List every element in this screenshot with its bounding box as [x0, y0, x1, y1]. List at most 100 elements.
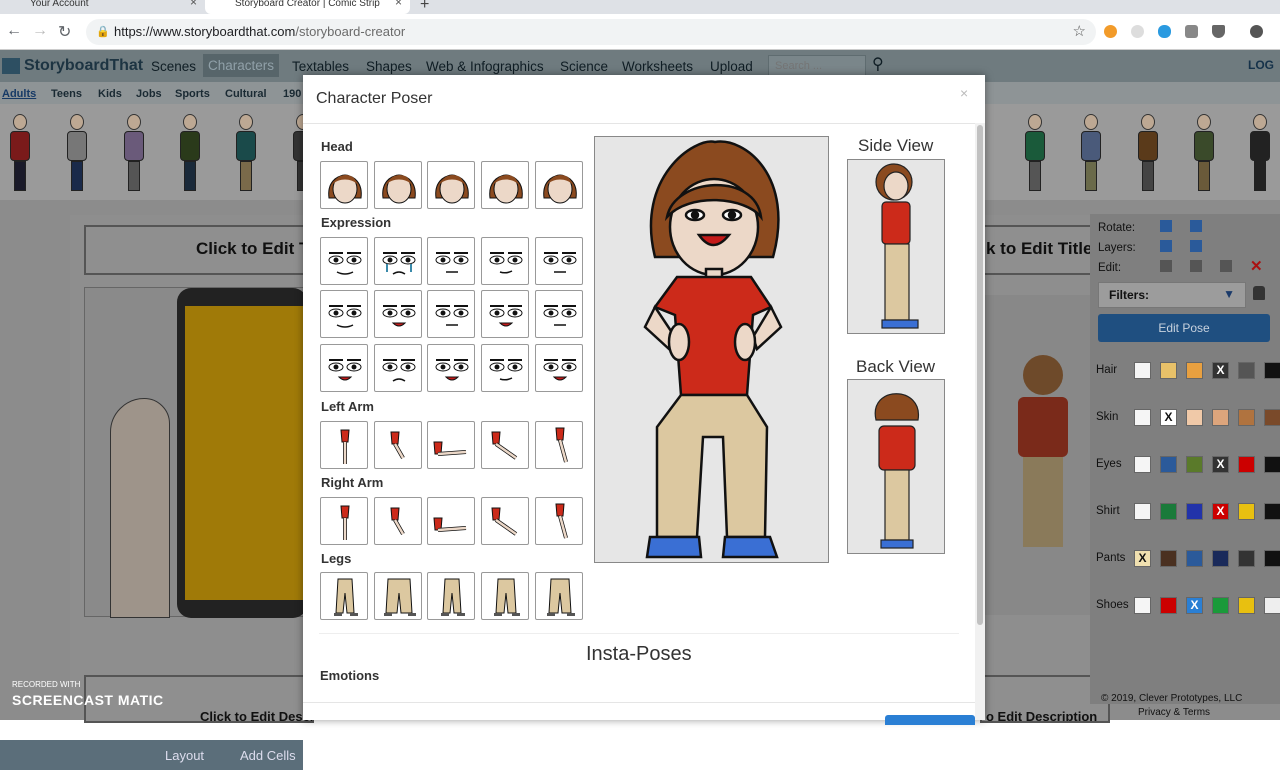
save-button[interactable] — [885, 715, 975, 725]
extension-icon[interactable] — [1185, 25, 1198, 38]
legs-option[interactable] — [481, 572, 529, 620]
cloud-icon[interactable] — [1158, 25, 1171, 38]
color-swatch[interactable] — [1186, 456, 1203, 473]
selected-character[interactable] — [1018, 355, 1068, 585]
color-swatch[interactable] — [1238, 456, 1255, 473]
expression-option[interactable] — [535, 344, 583, 392]
layer-back-icon[interactable] — [1190, 240, 1202, 252]
expression-option[interactable] — [374, 290, 422, 338]
right-arm-option[interactable] — [320, 497, 368, 545]
color-swatch[interactable] — [1186, 409, 1203, 426]
color-swatch[interactable] — [1238, 550, 1255, 567]
category-adults[interactable]: Adults — [2, 88, 36, 100]
resize-icon[interactable] — [1190, 260, 1202, 272]
color-swatch[interactable]: X — [1186, 597, 1203, 614]
color-swatch[interactable] — [1238, 409, 1255, 426]
color-swatch[interactable] — [1160, 550, 1177, 567]
color-swatch[interactable] — [1134, 456, 1151, 473]
search-input[interactable] — [768, 55, 866, 77]
category-jobs[interactable]: Jobs — [136, 88, 162, 100]
legs-option[interactable] — [320, 572, 368, 620]
color-swatch[interactable]: X — [1212, 362, 1229, 379]
tab-storyboard-creator[interactable]: Storyboard Creator | Comic Strip × — [205, 0, 410, 14]
head-option[interactable] — [481, 161, 529, 209]
left-arm-option[interactable] — [535, 421, 583, 469]
color-swatch[interactable] — [1134, 503, 1151, 520]
category-teens[interactable]: Teens — [51, 88, 82, 100]
cell-title-left[interactable]: Click to Edit T — [84, 225, 314, 275]
legs-option[interactable] — [374, 572, 422, 620]
expression-option[interactable] — [320, 344, 368, 392]
cell-image-left[interactable] — [84, 287, 307, 618]
expression-option[interactable] — [535, 237, 583, 285]
color-swatch[interactable] — [1212, 409, 1229, 426]
expression-option[interactable] — [320, 237, 368, 285]
color-swatch[interactable]: X — [1160, 409, 1177, 426]
back-icon[interactable]: ← — [6, 22, 22, 40]
color-swatch[interactable] — [1186, 362, 1203, 379]
character-thumbnail[interactable] — [1249, 114, 1271, 196]
right-arm-option[interactable] — [481, 497, 529, 545]
expression-option[interactable] — [320, 290, 368, 338]
color-swatch[interactable] — [1238, 362, 1255, 379]
expression-option[interactable] — [535, 290, 583, 338]
search-icon[interactable]: ⚲ — [872, 54, 884, 74]
character-thumbnail[interactable] — [66, 114, 88, 196]
color-swatch[interactable] — [1238, 503, 1255, 520]
flip-icon[interactable] — [1160, 220, 1172, 232]
add-cells-button[interactable]: Add Cells — [240, 748, 296, 763]
left-arm-option[interactable] — [427, 421, 475, 469]
color-swatch[interactable] — [1160, 456, 1177, 473]
color-swatch[interactable] — [1264, 550, 1280, 567]
category-sports[interactable]: Sports — [175, 88, 210, 100]
edit-pose-button[interactable]: Edit Pose — [1098, 314, 1270, 342]
color-swatch[interactable] — [1160, 362, 1177, 379]
color-swatch[interactable]: X — [1212, 503, 1229, 520]
nav-characters[interactable]: Characters — [203, 54, 280, 77]
expression-option[interactable] — [374, 344, 422, 392]
nav-science[interactable]: Science — [560, 59, 608, 74]
privacy-link[interactable]: Privacy & Terms — [1138, 707, 1210, 718]
character-thumbnail[interactable] — [235, 114, 257, 196]
expression-option[interactable] — [481, 290, 529, 338]
color-swatch[interactable]: X — [1134, 550, 1151, 567]
extension-icon[interactable] — [1104, 25, 1117, 38]
head-option[interactable] — [374, 161, 422, 209]
new-tab-button[interactable]: + — [420, 0, 429, 14]
forward-icon[interactable]: → — [32, 22, 48, 40]
filters-dropdown[interactable]: Filters: ▼ — [1098, 282, 1246, 308]
nav-worksheets[interactable]: Worksheets — [622, 59, 693, 74]
color-swatch[interactable] — [1212, 550, 1229, 567]
head-option[interactable] — [320, 161, 368, 209]
color-swatch[interactable]: X — [1212, 456, 1229, 473]
color-swatch[interactable] — [1264, 597, 1280, 614]
layer-forward-icon[interactable] — [1160, 240, 1172, 252]
expression-option[interactable] — [427, 237, 475, 285]
expression-option[interactable] — [374, 237, 422, 285]
rotate-icon[interactable] — [1190, 220, 1202, 232]
reload-icon[interactable]: ↻ — [58, 22, 71, 42]
head-option[interactable] — [535, 161, 583, 209]
right-arm-option[interactable] — [427, 497, 475, 545]
color-swatch[interactable] — [1238, 597, 1255, 614]
color-swatch[interactable] — [1134, 362, 1151, 379]
scrollbar-thumb[interactable] — [977, 125, 983, 625]
color-swatch[interactable] — [1134, 597, 1151, 614]
color-swatch[interactable] — [1160, 597, 1177, 614]
login-link[interactable]: LOG — [1248, 58, 1274, 72]
character-thumbnail[interactable] — [179, 114, 201, 196]
color-swatch[interactable] — [1212, 597, 1229, 614]
color-swatch[interactable] — [1186, 503, 1203, 520]
expression-option[interactable] — [427, 344, 475, 392]
nav-upload[interactable]: Upload — [710, 59, 753, 74]
character-thumbnail[interactable] — [1080, 114, 1102, 196]
lock-icon[interactable] — [1253, 286, 1265, 300]
right-arm-option[interactable] — [535, 497, 583, 545]
delete-icon[interactable]: ✕ — [1250, 257, 1263, 275]
tab-your-account[interactable]: Your Account × — [0, 0, 205, 14]
nav-scenes[interactable]: Scenes — [151, 59, 196, 74]
right-arm-option[interactable] — [374, 497, 422, 545]
color-swatch[interactable] — [1264, 362, 1280, 379]
character-thumbnail[interactable] — [1024, 114, 1046, 196]
close-icon[interactable]: × — [960, 85, 968, 101]
